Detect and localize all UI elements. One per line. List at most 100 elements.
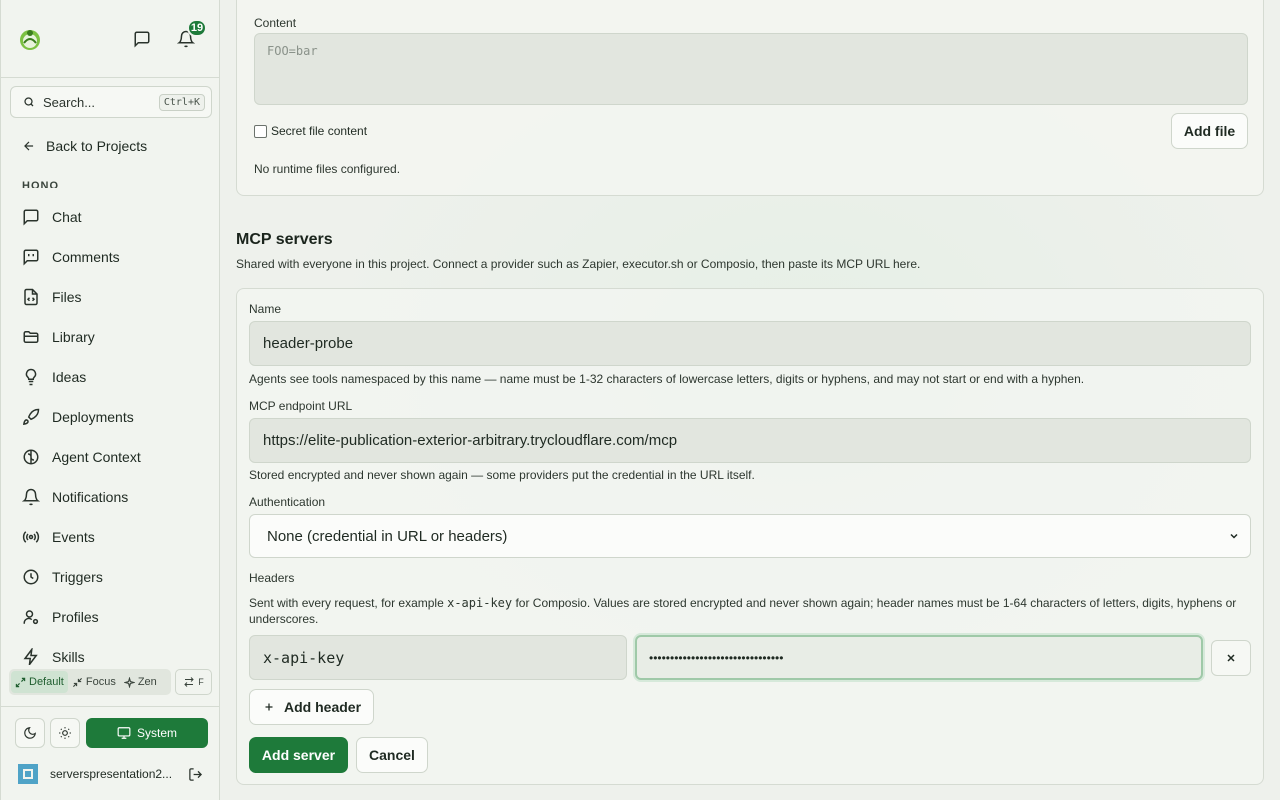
content-placeholder: FOO=bar <box>267 44 318 58</box>
sidebar-item-events[interactable]: Events <box>1 517 219 557</box>
search-shortcut: Ctrl+K <box>158 93 205 111</box>
light-theme-button[interactable] <box>50 718 80 748</box>
sidebar-item-label: Notifications <box>52 489 129 505</box>
sidebar-item-label: Skills <box>52 649 85 665</box>
main-content: Content FOO=bar Secret file content Add … <box>220 0 1280 800</box>
sidebar-item-chat[interactable]: Chat <box>1 197 219 237</box>
secret-file-checkbox-row: Secret file content <box>254 124 367 138</box>
user-profile: serverspresentation2... <box>15 761 210 787</box>
header-name-value: x-api-key <box>263 648 345 667</box>
header-value-input[interactable]: •••••••••••••••••••••••••••••••• <box>635 635 1203 680</box>
swap-panel-button[interactable]: F <box>175 669 212 695</box>
authentication-label: Authentication <box>249 495 326 509</box>
remove-header-button[interactable] <box>1211 640 1251 676</box>
moon-icon <box>24 727 36 739</box>
sidebar-header: 19 <box>1 0 219 78</box>
sidebar-item-notifications[interactable]: Notifications <box>1 477 219 517</box>
comments-icon <box>23 249 39 266</box>
close-icon <box>1227 654 1235 662</box>
mode-focus-button[interactable]: Focus <box>68 671 120 693</box>
broadcast-icon <box>22 531 40 543</box>
secret-file-label: Secret file content <box>271 124 368 138</box>
add-server-button[interactable]: Add server <box>249 737 348 773</box>
arrow-left-icon <box>24 141 34 151</box>
add-header-button[interactable]: Add header <box>249 689 374 725</box>
sidebar-item-label: Profiles <box>52 609 99 625</box>
name-input[interactable]: header-probe <box>249 321 1251 366</box>
sidebar-item-skills[interactable]: Skills <box>1 637 219 665</box>
endpoint-url-value: https://elite-publication-exterior-arbit… <box>263 432 678 449</box>
zap-icon <box>23 648 38 665</box>
rocket-icon <box>22 408 40 426</box>
sidebar-item-label: Agent Context <box>52 449 141 465</box>
back-to-projects-label: Back to Projects <box>46 138 148 154</box>
sidebar-item-deployments[interactable]: Deployments <box>1 397 219 437</box>
sidebar-item-label: Deployments <box>52 409 134 425</box>
brain-icon <box>23 449 39 465</box>
mcp-servers-title: MCP servers <box>236 231 333 248</box>
mode-default-label: Default <box>29 676 64 688</box>
header-name-input[interactable]: x-api-key <box>249 635 627 680</box>
project-section-label: HONO <box>22 180 59 188</box>
runtime-files-card: Content FOO=bar Secret file content Add … <box>236 0 1264 196</box>
sidebar: 19 Search... Ctrl+K Back to Projects HON… <box>0 0 220 800</box>
sidebar-item-files[interactable]: Files <box>1 277 219 317</box>
sidebar-footer: System serverspresentation2... <box>1 706 219 800</box>
sun-icon <box>59 727 71 739</box>
sidebar-item-label: Comments <box>52 249 120 265</box>
mode-default-button[interactable]: Default <box>11 671 68 693</box>
system-theme-button[interactable]: System <box>86 718 208 748</box>
sidebar-item-profiles[interactable]: Profiles <box>1 597 219 637</box>
swap-panel-label: F <box>198 677 204 687</box>
url-hint: Stored encrypted and never shown again —… <box>249 468 755 482</box>
sidebar-item-triggers[interactable]: Triggers <box>1 557 219 597</box>
headers-hint: Sent with every request, for example x-a… <box>249 595 1249 627</box>
authentication-selected-value: None (credential in URL or headers) <box>267 527 508 545</box>
clock-icon <box>23 569 39 585</box>
mode-zen-button[interactable]: Zen <box>120 671 161 693</box>
user-cog-icon <box>23 610 39 625</box>
mode-zen-label: Zen <box>137 676 157 688</box>
bell-icon <box>22 488 40 506</box>
dark-theme-button[interactable] <box>15 718 45 748</box>
logout-icon[interactable] <box>188 767 203 782</box>
headers-hint-text: Sent with every request, for example <box>249 596 448 610</box>
mcp-server-form: Name header-probe Agents see tools names… <box>236 288 1264 785</box>
folder-icon <box>23 331 39 343</box>
sidebar-item-label: Ideas <box>52 369 87 385</box>
name-input-value: header-probe <box>263 335 354 352</box>
sparkle-icon <box>123 676 135 688</box>
monitor-icon <box>117 727 131 739</box>
add-header-label: Add header <box>284 699 362 715</box>
messages-icon[interactable] <box>131 28 153 50</box>
name-label: Name <box>249 302 282 316</box>
sidebar-item-library[interactable]: Library <box>1 317 219 357</box>
sidebar-item-label: Chat <box>52 209 82 225</box>
plus-icon <box>265 703 273 711</box>
header-value-masked: •••••••••••••••••••••••••••••••• <box>649 650 784 665</box>
chat-icon <box>23 209 39 226</box>
authentication-select[interactable]: None (credential in URL or headers) <box>249 514 1251 558</box>
url-label: MCP endpoint URL <box>249 399 353 413</box>
sidebar-item-label: Library <box>52 329 95 345</box>
file-code-icon <box>24 288 38 306</box>
back-to-projects-link[interactable]: Back to Projects <box>22 138 147 154</box>
secret-file-checkbox[interactable] <box>254 124 267 138</box>
sidebar-item-label: Triggers <box>52 569 103 585</box>
endpoint-url-input[interactable]: https://elite-publication-exterior-arbit… <box>249 418 1251 463</box>
headers-label: Headers <box>249 571 295 585</box>
sidebar-item-ideas[interactable]: Ideas <box>1 357 219 397</box>
sidebar-item-comments[interactable]: Comments <box>1 237 219 277</box>
headers-hint-code: x-api-key <box>447 596 513 610</box>
sidebar-nav: Chat Comments Files Library Ideas Deploy… <box>1 197 219 665</box>
search-input[interactable]: Search... Ctrl+K <box>10 86 212 118</box>
content-textarea[interactable]: FOO=bar <box>254 33 1248 105</box>
add-file-button[interactable]: Add file <box>1171 113 1248 149</box>
avatar[interactable] <box>15 761 41 787</box>
sidebar-item-agent-context[interactable]: Agent Context <box>1 437 219 477</box>
system-theme-label: System <box>136 726 177 740</box>
app-logo[interactable] <box>18 27 42 51</box>
cancel-button[interactable]: Cancel <box>356 737 428 773</box>
sidebar-item-label: Events <box>52 529 95 545</box>
swap-icon <box>184 677 194 687</box>
